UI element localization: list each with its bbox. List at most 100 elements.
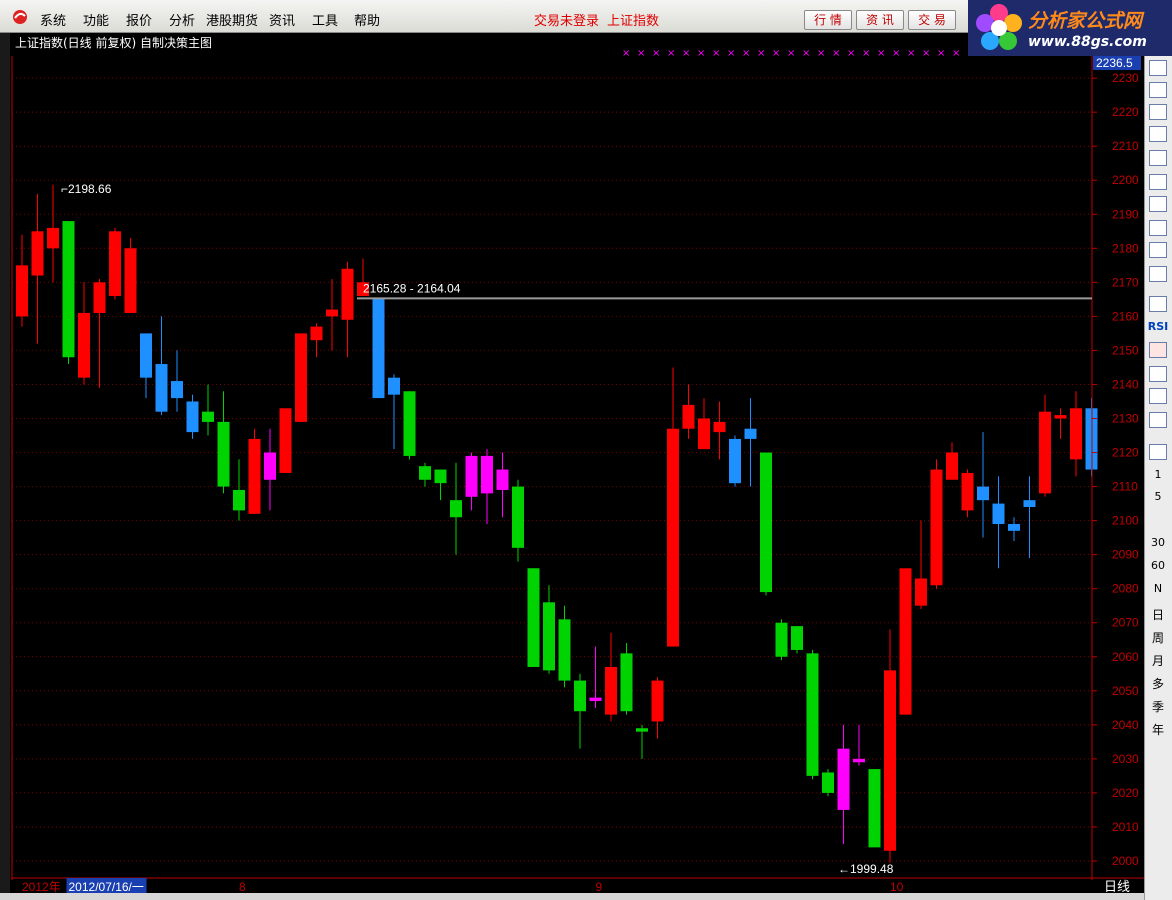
period-30min[interactable]: 30	[1147, 536, 1169, 549]
candle-body	[465, 455, 478, 497]
period-week[interactable]: 周	[1147, 629, 1169, 646]
candle-body	[434, 469, 447, 484]
candle-body	[837, 748, 850, 810]
f5-icon[interactable]	[1149, 444, 1167, 460]
app-logo-icon	[13, 10, 27, 24]
candle-body	[124, 248, 137, 313]
menu-analysis[interactable]: 分析	[169, 10, 195, 29]
current-value-label: 2236.5	[1096, 56, 1133, 70]
y-tick-label: 2030	[1112, 752, 1139, 766]
signal-marker: ×	[937, 48, 945, 59]
candle-body	[589, 697, 602, 702]
candlestick-chart[interactable]: 2230 2220 2210 2200 2190 2180 2170 2160 2150 2140…	[0, 0, 1172, 900]
candle-body	[496, 469, 509, 490]
right-toolbar: RSI 1 5 30 60 N 日 周 月 多 季 年	[1144, 56, 1172, 900]
move-icon[interactable]	[1149, 366, 1167, 382]
signal-marker: ×	[772, 48, 780, 59]
y-tick-label: 2190	[1112, 207, 1139, 221]
candle-body	[1070, 408, 1082, 460]
y-tick-label: 2170	[1112, 275, 1139, 289]
period-multi[interactable]: 多	[1147, 675, 1169, 692]
rsi-button[interactable]: RSI	[1147, 320, 1169, 333]
left-edge-strip	[0, 32, 10, 900]
menu-system[interactable]: 系统	[40, 10, 66, 29]
period-5min[interactable]: 5	[1147, 490, 1169, 503]
indicator-icon[interactable]	[1149, 296, 1167, 312]
signal-marker: ×	[952, 48, 960, 59]
candle-body	[605, 666, 617, 715]
login-status: 交易未登录	[534, 14, 600, 29]
menu-help[interactable]: 帮助	[354, 10, 380, 29]
signal-marker: ×	[877, 48, 885, 59]
candle-body	[1039, 411, 1051, 494]
info-button[interactable]: 资 讯	[856, 10, 904, 30]
candle-body	[775, 622, 788, 657]
table-icon[interactable]	[1149, 60, 1167, 76]
candle-body	[171, 381, 183, 399]
self-select-icon[interactable]	[1149, 196, 1167, 212]
candle-body	[217, 421, 230, 487]
period-n[interactable]: N	[1147, 582, 1169, 595]
candle-body	[233, 489, 245, 511]
candle-body	[310, 326, 323, 341]
candle-body	[682, 404, 695, 429]
candle-body	[202, 411, 214, 422]
pencil-icon[interactable]	[1149, 412, 1167, 428]
period-quarter[interactable]: 季	[1147, 698, 1169, 715]
candle-body	[791, 626, 803, 650]
f10-icon[interactable]	[1149, 150, 1167, 166]
period-1min[interactable]: 1	[1147, 468, 1169, 481]
menu-hk-futures[interactable]: 港股期货	[206, 10, 258, 29]
menu-tools[interactable]: 工具	[312, 10, 338, 29]
candle-body	[31, 231, 44, 276]
menu-quote[interactable]: 报价	[126, 10, 152, 29]
signal-marker: ×	[622, 48, 630, 59]
period-year[interactable]: 年	[1147, 721, 1169, 738]
candle-body	[744, 428, 757, 439]
candle-body	[78, 312, 90, 378]
bottom-tab-strip[interactable]	[0, 893, 1144, 900]
candle-icon[interactable]	[1149, 104, 1167, 120]
signal-marker: ×	[787, 48, 795, 59]
candle-body	[93, 282, 106, 313]
annotation-label: ←1999.48	[838, 862, 894, 876]
menu-info[interactable]: 资讯	[269, 10, 295, 29]
signal-marker: ×	[832, 48, 840, 59]
candle-body	[372, 298, 385, 399]
candle-body	[729, 438, 741, 484]
y-tick-label: 2210	[1112, 139, 1139, 153]
candle-body	[961, 472, 974, 511]
candle-body	[109, 231, 121, 296]
quote-button[interactable]: 行 情	[804, 10, 852, 30]
fiz-icon[interactable]	[1149, 220, 1167, 236]
menu-function[interactable]: 功能	[83, 10, 109, 29]
y-tick-label: 2000	[1112, 854, 1139, 868]
signal-marker: ×	[682, 48, 690, 59]
x-tick-label: 2012/07/16/一	[69, 880, 144, 894]
y-tick-label: 2100	[1112, 514, 1139, 528]
y-tick-label: 2160	[1112, 309, 1139, 323]
plus-icon[interactable]	[1149, 388, 1167, 404]
x-tick-label: 9	[596, 880, 603, 894]
period-month[interactable]: 月	[1147, 652, 1169, 669]
candle-body	[481, 455, 493, 494]
annotation-label: ⌐2198.66	[61, 182, 112, 196]
period-day[interactable]: 日	[1147, 606, 1169, 623]
y-tick-label: 2140	[1112, 377, 1139, 391]
signal-marker: ×	[802, 48, 810, 59]
annotations: ××××××××××××××××××××××××⌐2198.662165.28 …	[61, 48, 1092, 876]
brand-banner: 分析家公式网 www.88gs.com	[968, 0, 1172, 56]
y-tick-label: 2010	[1112, 820, 1139, 834]
candle-body	[868, 769, 881, 848]
candle-body	[822, 772, 834, 793]
candle-body	[977, 486, 989, 501]
dollar-icon[interactable]	[1149, 342, 1167, 358]
formula-icon[interactable]	[1149, 242, 1167, 258]
trade-button[interactable]: 交 易	[908, 10, 956, 30]
line-chart-icon[interactable]	[1149, 82, 1167, 98]
list-icon[interactable]	[1149, 126, 1167, 142]
candle-body	[558, 619, 571, 681]
period-60min[interactable]: 60	[1147, 559, 1169, 572]
zoom-icon[interactable]	[1149, 266, 1167, 282]
report-icon[interactable]	[1149, 174, 1167, 190]
